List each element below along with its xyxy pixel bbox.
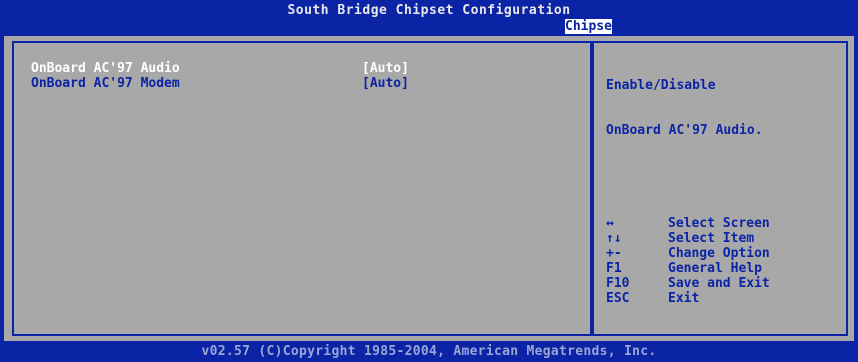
help-line-1: Enable/Disable bbox=[606, 78, 716, 93]
key-f10: F10 bbox=[606, 276, 630, 291]
setting-ac97-modem-value[interactable]: [Auto] bbox=[362, 76, 409, 91]
setting-ac97-audio-value[interactable]: [Auto] bbox=[362, 61, 409, 76]
key-row-exit: ESC Exit bbox=[606, 291, 770, 306]
key-legend: ↔ Select Screen ↑↓ Select Item +- Change… bbox=[606, 216, 770, 306]
help-description: Enable/Disable OnBoard AC'97 Audio. bbox=[606, 48, 763, 168]
key-row-select-item: ↑↓ Select Item bbox=[606, 231, 770, 246]
key-action-save-exit: Save and Exit bbox=[668, 276, 770, 291]
key-action-select-screen: Select Screen bbox=[668, 216, 770, 231]
copyright-footer: v02.57 (C)Copyright 1985-2004, American … bbox=[201, 344, 657, 359]
key-row-save-exit: F10 Save and Exit bbox=[606, 276, 770, 291]
key-f1: F1 bbox=[606, 261, 622, 276]
key-action-exit: Exit bbox=[668, 291, 700, 306]
setting-ac97-audio-label[interactable]: OnBoard AC'97 Audio bbox=[31, 61, 180, 76]
page-title: South Bridge Chipset Configuration bbox=[287, 3, 571, 18]
key-row-select-screen: ↔ Select Screen bbox=[606, 216, 770, 231]
help-line-2: OnBoard AC'97 Audio. bbox=[606, 123, 763, 138]
left-right-arrow-icon: ↔ bbox=[606, 216, 614, 231]
key-action-general-help: General Help bbox=[668, 261, 762, 276]
main-panel: OnBoard AC'97 Audio [Auto] OnBoard AC'97… bbox=[4, 36, 854, 341]
key-esc: ESC bbox=[606, 291, 630, 306]
key-row-general-help: F1 General Help bbox=[606, 261, 770, 276]
up-down-arrow-icon: ↑↓ bbox=[606, 231, 622, 246]
bios-header: South Bridge Chipset Configuration Chips… bbox=[0, 0, 858, 36]
key-action-change-option: Change Option bbox=[668, 246, 770, 261]
key-action-select-item: Select Item bbox=[668, 231, 755, 246]
setting-ac97-modem-label[interactable]: OnBoard AC'97 Modem bbox=[31, 76, 180, 91]
tab-chipset[interactable]: Chipset bbox=[565, 19, 620, 34]
key-row-change-option: +- Change Option bbox=[606, 246, 770, 261]
plus-minus-icon: +- bbox=[606, 246, 622, 261]
